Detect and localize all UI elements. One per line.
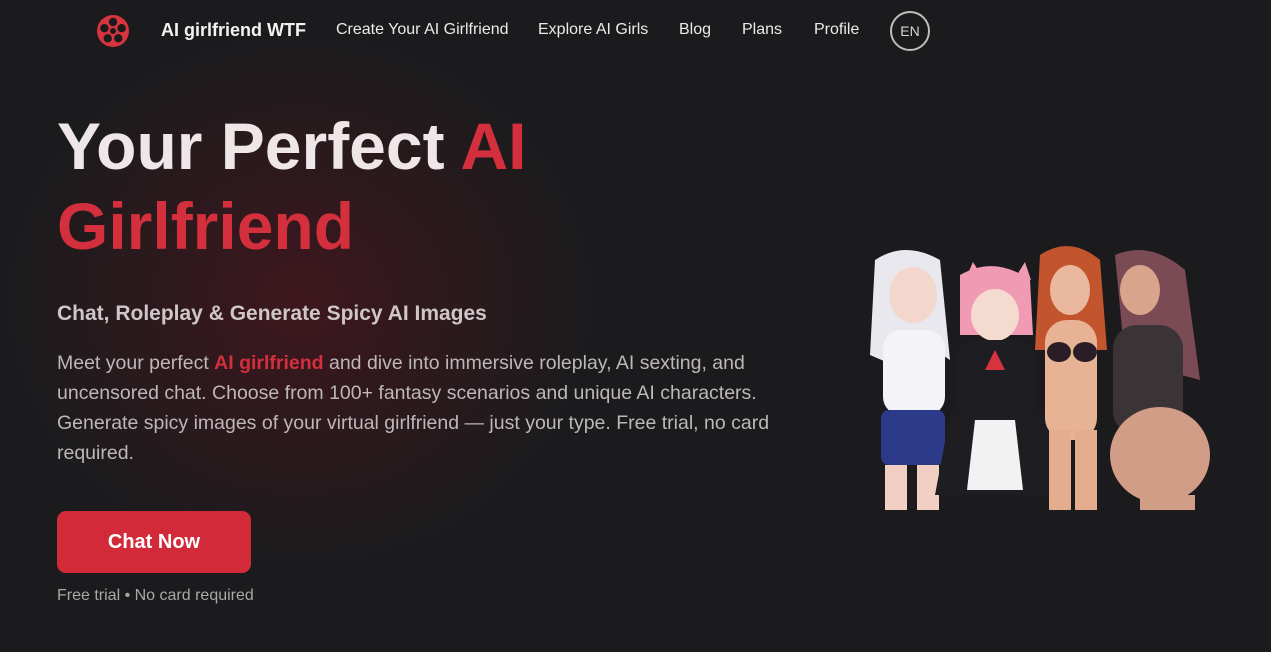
- nav-plans[interactable]: Plans: [742, 21, 782, 39]
- chat-now-button[interactable]: Chat Now: [57, 511, 251, 573]
- hero-title-part1: Your Perfect: [57, 109, 461, 183]
- hero-characters-image: [870, 246, 1210, 510]
- hero-title-accent-ai: AI: [460, 109, 527, 183]
- hero-subtitle: Chat, Roleplay & Generate Spicy AI Image…: [57, 302, 487, 325]
- cta-note: Free trial • No card required: [57, 587, 254, 604]
- desc-highlight: AI girlfriend: [214, 352, 324, 374]
- hero-description: Meet your perfect AI girlfriend and dive…: [57, 348, 797, 468]
- top-nav: AI girlfriend WTF Create Your AI Girlfri…: [0, 0, 1271, 62]
- hero-title-accent-girlfriend: Girlfriend: [57, 189, 355, 263]
- film-reel-icon[interactable]: [96, 14, 130, 48]
- nav-blog[interactable]: Blog: [679, 21, 711, 39]
- brand-name[interactable]: AI girlfriend WTF: [161, 20, 306, 41]
- page: AI girlfriend WTF Create Your AI Girlfri…: [0, 0, 1271, 652]
- language-selector[interactable]: EN: [890, 11, 930, 51]
- nav-explore-girls[interactable]: Explore AI Girls: [538, 21, 648, 39]
- character-silver-hair: [870, 250, 950, 510]
- nav-profile[interactable]: Profile: [814, 21, 859, 39]
- desc-intro: Meet your perfect: [57, 352, 215, 374]
- hero-title: Your Perfect AI Girlfriend: [57, 106, 577, 266]
- nav-create-girlfriend[interactable]: Create Your AI Girlfriend: [336, 21, 509, 39]
- character-dark-hair: [1110, 250, 1210, 510]
